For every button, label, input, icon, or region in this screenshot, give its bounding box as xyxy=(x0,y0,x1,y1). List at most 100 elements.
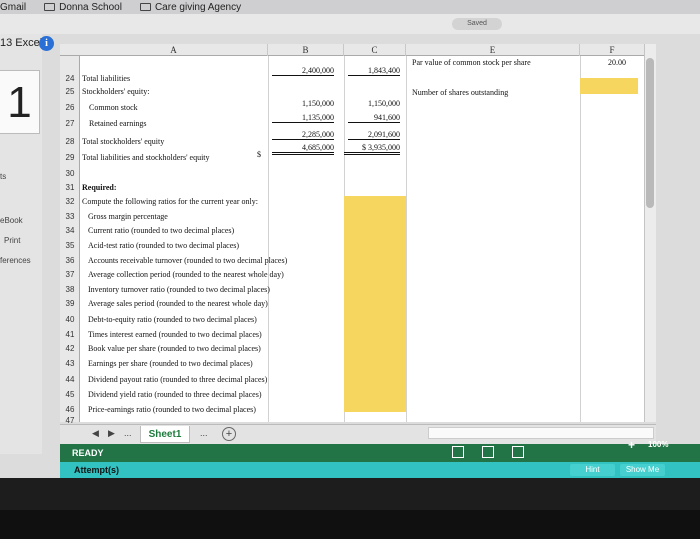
gridline xyxy=(268,56,269,422)
gridline xyxy=(580,56,581,422)
row-number[interactable]: 39 xyxy=(60,299,80,308)
row-number[interactable]: 26 xyxy=(60,103,80,112)
ratio-label[interactable]: Average collection period (rounded to th… xyxy=(88,270,284,279)
input-cell-f[interactable] xyxy=(580,78,638,94)
cell-b-total-assets[interactable]: 2,400,000 xyxy=(272,66,334,76)
vertical-scroll-thumb[interactable] xyxy=(646,58,654,208)
cell-c-value[interactable]: 941,600 xyxy=(348,113,400,123)
bookmark-donna-school[interactable]: Donna School xyxy=(36,2,122,13)
assignment-toolbar xyxy=(0,14,700,34)
cell-a-label[interactable]: Retained earnings xyxy=(89,119,147,128)
column-e-header[interactable]: E xyxy=(406,44,580,56)
row-number[interactable]: 34 xyxy=(60,226,80,235)
ratio-label[interactable]: Dividend payout ratio (rounded to three … xyxy=(88,375,267,384)
row-number[interactable]: 33 xyxy=(60,212,80,221)
row-number[interactable]: 30 xyxy=(60,169,80,178)
cell-f-par-value[interactable]: 20.00 xyxy=(608,58,626,67)
row-number[interactable]: 31 xyxy=(60,183,80,192)
column-f-header[interactable]: F xyxy=(580,44,644,56)
saved-status: Saved xyxy=(452,18,502,30)
bookmarks-bar: Gmail Donna School Care giving Agency xyxy=(0,0,700,14)
info-icon[interactable]: i xyxy=(39,36,54,51)
ratio-label[interactable]: Price-earnings ratio (rounded to two dec… xyxy=(88,405,256,414)
ratio-label[interactable]: Times interest earned (rounded to two de… xyxy=(88,330,262,339)
ratio-label[interactable]: Earnings per share (rounded to two decim… xyxy=(88,359,253,368)
ratio-label[interactable]: Inventory turnover ratio (rounded to two… xyxy=(88,285,270,294)
row-number[interactable]: 44 xyxy=(60,375,80,384)
hint-button[interactable]: Hint xyxy=(570,464,615,476)
row-number[interactable]: 35 xyxy=(60,241,80,250)
cell-a-label[interactable]: Total liabilities xyxy=(82,74,130,83)
cell-b-value[interactable]: 2,285,000 xyxy=(272,130,334,140)
status-bar xyxy=(60,444,700,462)
sheet-ellipsis-right[interactable]: ... xyxy=(200,428,208,438)
cell-c-total-assets[interactable]: 1,843,400 xyxy=(348,66,400,76)
bookmark-label: Gmail xyxy=(0,1,27,13)
bookmark-care-giving[interactable]: Care giving Agency xyxy=(132,2,241,13)
cell-b-value[interactable]: 1,150,000 xyxy=(272,99,334,108)
row-number[interactable]: 29 xyxy=(60,153,80,162)
row-number[interactable]: 32 xyxy=(60,197,80,206)
row-number[interactable]: 42 xyxy=(60,344,80,353)
cell-a-label[interactable]: Common stock xyxy=(89,103,138,112)
row-number[interactable]: 46 xyxy=(60,405,80,414)
row-number[interactable]: 27 xyxy=(60,119,80,128)
cell-instruction[interactable]: Compute the following ratios for the cur… xyxy=(82,197,258,206)
cell-b-value[interactable]: 4,685,000 xyxy=(272,143,334,155)
row-number[interactable]: 43 xyxy=(60,359,80,368)
cell-c-value[interactable]: 2,091,600 xyxy=(348,130,400,140)
ratio-label[interactable]: Debt-to-equity ratio (rounded to two dec… xyxy=(88,315,257,324)
cell-a-label[interactable]: Total liabilities and stockholders' equi… xyxy=(82,153,210,162)
ratio-label[interactable]: Acid-test ratio (rounded to two decimal … xyxy=(88,241,239,250)
column-header: A B C E F xyxy=(60,44,644,56)
cell-e-shares[interactable]: Number of shares outstanding xyxy=(412,88,508,97)
zoom-level[interactable]: 100% xyxy=(648,440,668,449)
ratio-label[interactable]: Current ratio (rounded to two decimal pl… xyxy=(88,226,234,235)
ratio-label[interactable]: Average sales period (rounded to the nea… xyxy=(88,299,268,308)
cell-c-value[interactable]: $ 3,935,000 xyxy=(344,143,400,155)
row-number[interactable]: 24 xyxy=(60,74,80,83)
add-sheet-button[interactable]: + xyxy=(222,427,236,441)
column-b-header[interactable]: B xyxy=(268,44,344,56)
cell-b-dollar[interactable]: $ xyxy=(257,150,261,159)
row-number[interactable]: 38 xyxy=(60,285,80,294)
page-layout-icon[interactable] xyxy=(482,446,494,458)
sheet-ellipsis-left[interactable]: ... xyxy=(124,428,132,438)
answer-input-cells[interactable] xyxy=(344,196,406,412)
zoom-in-icon[interactable]: + xyxy=(628,438,635,452)
sidebar-item-print[interactable]: Print xyxy=(4,236,20,245)
cell-e-par-value[interactable]: Par value of common stock per share xyxy=(412,58,531,67)
sidebar-item-ts[interactable]: ts xyxy=(0,172,6,181)
cell-a-label[interactable]: Stockholders' equity: xyxy=(82,87,149,96)
row-number[interactable]: 41 xyxy=(60,330,80,339)
cell-b-value[interactable]: 1,135,000 xyxy=(272,113,334,123)
page-break-icon[interactable] xyxy=(512,446,524,458)
ratio-label[interactable]: Accounts receivable turnover (rounded to… xyxy=(88,256,287,265)
question-number: 1 xyxy=(0,70,40,134)
ratio-label[interactable]: Gross margin percentage xyxy=(88,212,168,221)
ratio-label[interactable]: Dividend yield ratio (rounded to three d… xyxy=(88,390,262,399)
row-number[interactable]: 28 xyxy=(60,137,80,146)
column-a-header[interactable]: A xyxy=(80,44,268,56)
next-sheet-icon[interactable]: ▶ xyxy=(108,428,115,439)
sheet1-tab[interactable]: Sheet1 xyxy=(140,426,190,443)
cell-required[interactable]: Required: xyxy=(82,183,117,192)
folder-icon xyxy=(44,3,56,11)
sidebar-item-references[interactable]: ferences xyxy=(0,256,31,265)
row-number[interactable]: 25 xyxy=(60,87,80,96)
prev-sheet-icon[interactable]: ◀ xyxy=(92,428,99,439)
column-c-header[interactable]: C xyxy=(344,44,406,56)
bookmark-gmail[interactable]: Gmail xyxy=(0,2,26,13)
row-number[interactable]: 40 xyxy=(60,315,80,324)
cell-a-label[interactable]: Total stockholders' equity xyxy=(82,137,164,146)
row-number[interactable]: 45 xyxy=(60,390,80,399)
row-number[interactable]: 37 xyxy=(60,270,80,279)
horizontal-scrollbar[interactable] xyxy=(428,427,654,439)
bookmark-label: Care giving Agency xyxy=(154,1,242,13)
cell-c-value[interactable]: 1,150,000 xyxy=(348,99,400,108)
row-number[interactable]: 36 xyxy=(60,256,80,265)
show-me-button[interactable]: Show Me xyxy=(620,464,665,476)
normal-view-icon[interactable] xyxy=(452,446,464,458)
sidebar-item-ebook[interactable]: eBook xyxy=(0,216,23,225)
ratio-label[interactable]: Book value per share (rounded to two dec… xyxy=(88,344,261,353)
